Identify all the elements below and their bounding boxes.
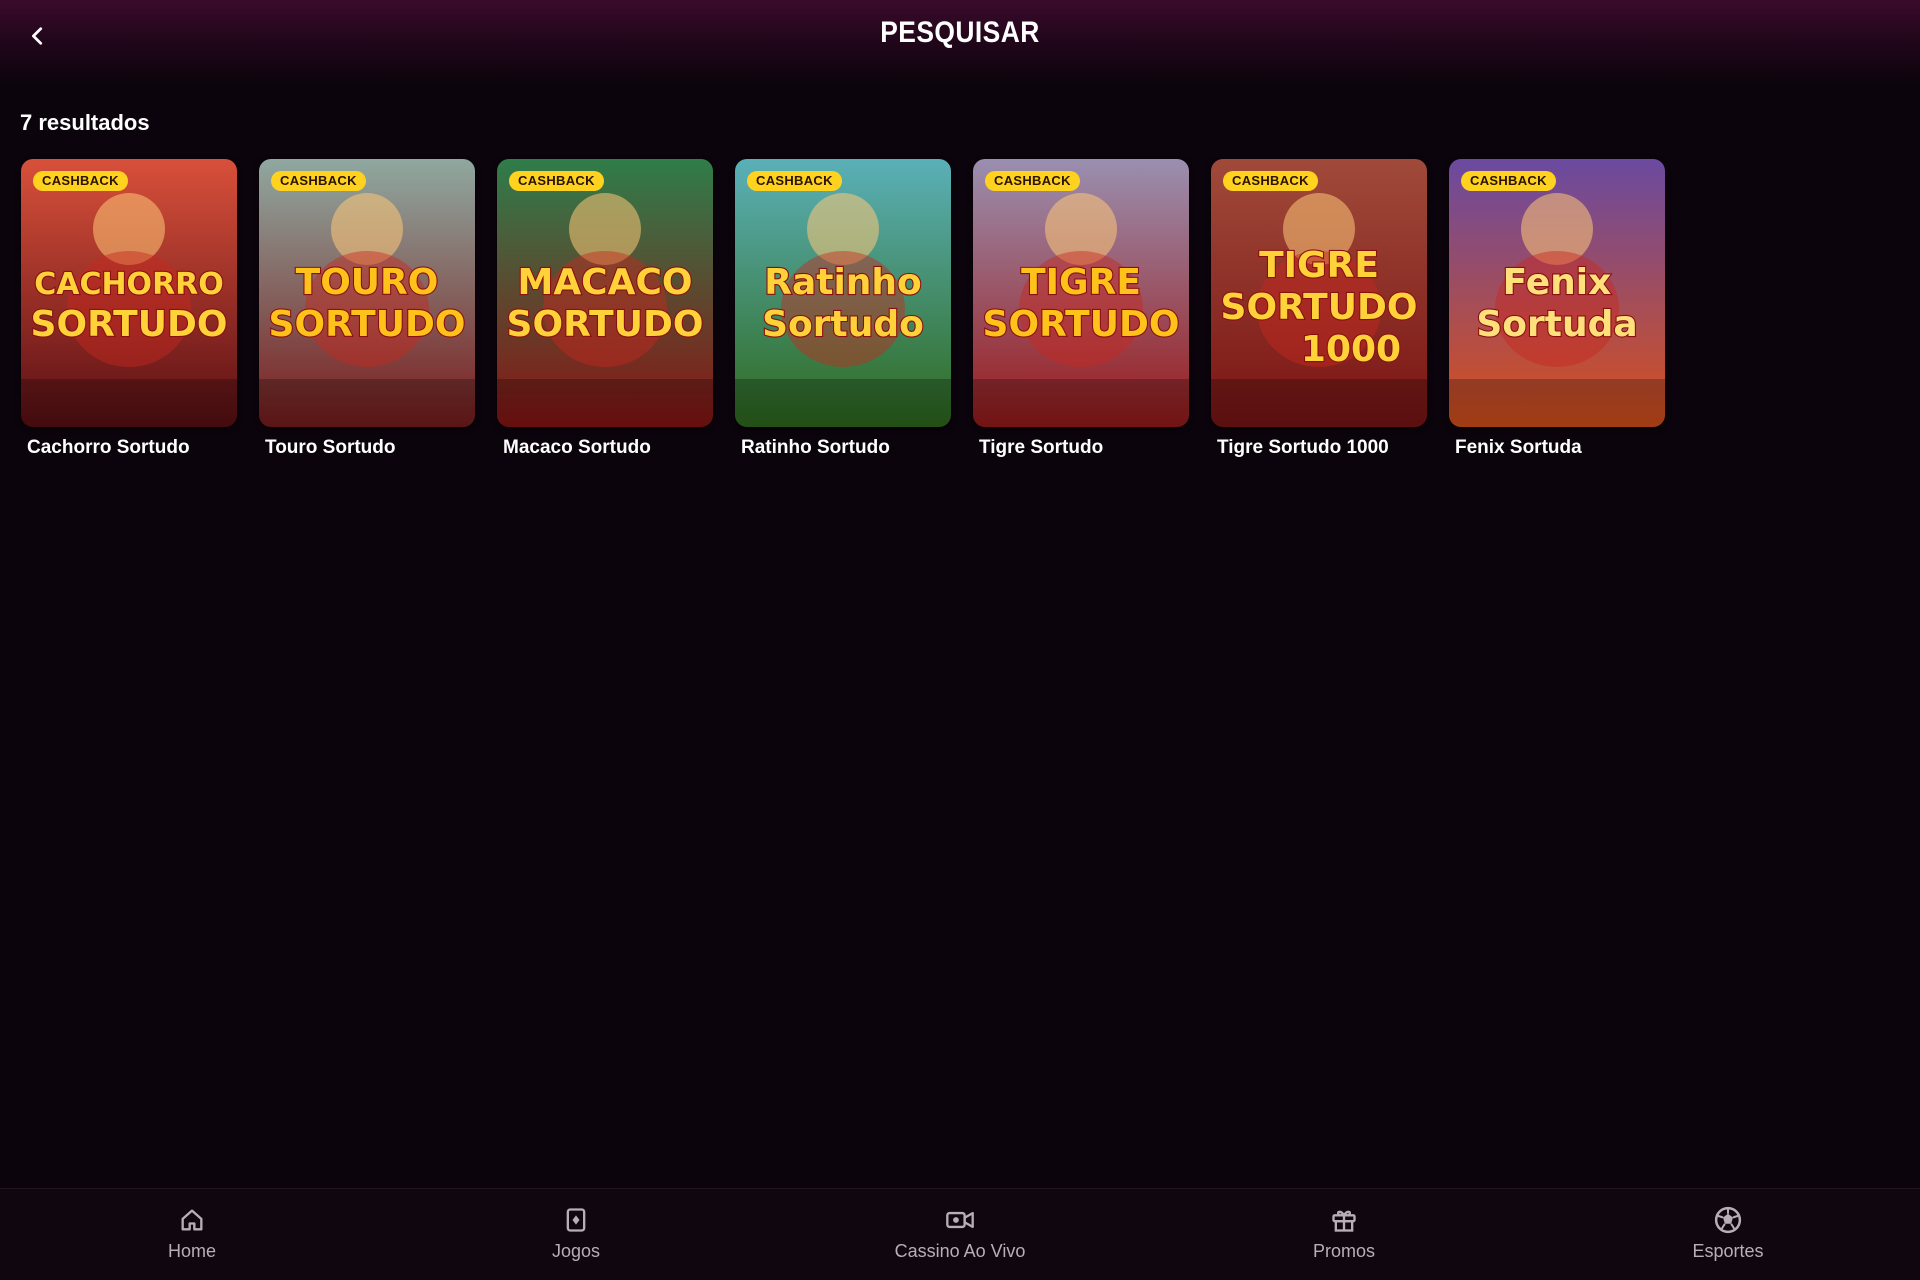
game-logo-text: TOURO bbox=[296, 262, 439, 303]
game-thumbnail[interactable]: Fenix Sortuda CASHBACK bbox=[1449, 159, 1665, 427]
nav-item-promos[interactable]: Promos bbox=[1234, 1205, 1454, 1262]
game-logo-text: Ratinho bbox=[764, 262, 922, 303]
game-logo-text: SORTUDO bbox=[983, 304, 1180, 345]
result-count: 7 resultados bbox=[20, 110, 150, 135]
game-name[interactable]: Ratinho Sortudo bbox=[735, 437, 951, 459]
game-logo-text: TIGRE bbox=[1021, 262, 1141, 303]
search-page: PESQUISAR 7 resultados CACHORRO SORTUDO CA… bbox=[0, 0, 1920, 1280]
nav-item-jogos[interactable]: Jogos bbox=[466, 1205, 686, 1262]
video-camera-icon bbox=[945, 1205, 975, 1235]
game-logo-text: SORTUDO bbox=[269, 304, 466, 345]
game-card[interactable]: Ratinho Sortudo CASHBACK Ratinho Sortudo bbox=[735, 159, 951, 459]
game-thumbnail[interactable]: TIGRE SORTUDO CASHBACK bbox=[973, 159, 1189, 427]
nav-label: Cassino Ao Vivo bbox=[894, 1241, 1026, 1261]
gift-icon bbox=[1329, 1205, 1359, 1235]
game-name[interactable]: Macaco Sortudo bbox=[497, 437, 713, 459]
game-logo-text: Fenix bbox=[1503, 262, 1612, 303]
game-thumbnail[interactable]: TIGRE SORTUDO 1000 CASHBACK bbox=[1211, 159, 1427, 427]
cashback-badge: CASHBACK bbox=[33, 171, 128, 191]
game-thumbnail[interactable]: CACHORRO SORTUDO CASHBACK bbox=[21, 159, 237, 427]
game-grid: CACHORRO SORTUDO CASHBACK Cachorro Sortudo… bbox=[21, 159, 1665, 459]
game-name[interactable]: Cachorro Sortudo bbox=[21, 437, 237, 459]
game-artwork: TOUROSORTUDO bbox=[259, 159, 475, 427]
game-card[interactable]: Fenix Sortuda CASHBACK Fenix Sortuda bbox=[1449, 159, 1665, 459]
game-logo-text: TIGRE bbox=[1259, 245, 1379, 286]
game-logo-text: CACHORRO bbox=[34, 267, 224, 302]
cashback-badge: CASHBACK bbox=[1223, 171, 1318, 191]
game-logo-text: MACACO bbox=[518, 262, 693, 303]
game-thumbnail[interactable]: MACACO SORTUDO CASHBACK bbox=[497, 159, 713, 427]
nav-label: Home bbox=[167, 1241, 216, 1261]
game-card[interactable]: TOURO SORTUDO CASHBACK Touro Sortudo bbox=[259, 159, 475, 459]
nav-label: Jogos bbox=[551, 1241, 601, 1261]
nav-label: Promos bbox=[1312, 1241, 1375, 1261]
cashback-badge: CASHBACK bbox=[271, 171, 366, 191]
game-name[interactable]: Tigre Sortudo 1000 bbox=[1211, 437, 1427, 459]
game-thumbnail[interactable]: TOURO SORTUDO CASHBACK bbox=[259, 159, 475, 427]
game-card[interactable]: TIGRE SORTUDO 1000 CASHBACK Tigre Sortudo 1… bbox=[1211, 159, 1427, 459]
game-name[interactable]: Tigre Sortudo bbox=[973, 437, 1189, 459]
back-button[interactable] bbox=[20, 18, 56, 54]
game-artwork: FenixSortuda bbox=[1449, 159, 1665, 427]
game-logo-text: 1000 bbox=[1301, 329, 1401, 370]
cashback-badge: CASHBACK bbox=[747, 171, 842, 191]
game-artwork: CACHORROSORTUDO bbox=[21, 159, 237, 427]
nav-item-esportes[interactable]: Esportes bbox=[1618, 1205, 1838, 1262]
cashback-badge: CASHBACK bbox=[509, 171, 604, 191]
game-thumbnail[interactable]: Ratinho Sortudo CASHBACK bbox=[735, 159, 951, 427]
nav-item-cassino-ao-vivo[interactable]: Cassino Ao Vivo bbox=[850, 1205, 1070, 1262]
soccer-ball-icon bbox=[1713, 1205, 1743, 1235]
game-logo-text: Sortuda bbox=[1476, 304, 1637, 345]
cards-icon bbox=[561, 1205, 591, 1235]
game-card[interactable]: MACACO SORTUDO CASHBACK Macaco Sortudo bbox=[497, 159, 713, 459]
game-name[interactable]: Touro Sortudo bbox=[259, 437, 475, 459]
nav-label: Esportes bbox=[1692, 1241, 1764, 1261]
game-card[interactable]: TIGRE SORTUDO CASHBACK Tigre Sortudo bbox=[973, 159, 1189, 459]
game-card[interactable]: CACHORRO SORTUDO CASHBACK Cachorro Sortudo bbox=[21, 159, 237, 459]
header: PESQUISAR bbox=[0, 0, 1920, 84]
game-logo-text: SORTUDO bbox=[31, 304, 228, 345]
game-artwork: MACACOSORTUDO bbox=[497, 159, 713, 427]
home-icon bbox=[177, 1205, 207, 1235]
game-artwork: RatinhoSortudo bbox=[735, 159, 951, 427]
cashback-badge: CASHBACK bbox=[1461, 171, 1556, 191]
game-logo-text: SORTUDO bbox=[1221, 287, 1418, 328]
bottom-nav: Home Jogos Cassino Ao Vivo Promos Esport… bbox=[0, 1188, 1920, 1280]
game-logo-text: Sortudo bbox=[762, 304, 924, 345]
game-artwork: TIGRESORTUDO1000 bbox=[1211, 159, 1427, 427]
game-name[interactable]: Fenix Sortuda bbox=[1449, 437, 1665, 459]
game-artwork: TIGRESORTUDO bbox=[973, 159, 1189, 427]
chevron-left-icon bbox=[32, 27, 43, 45]
page-title: PESQUISAR bbox=[880, 16, 1040, 49]
game-logo-text: SORTUDO bbox=[507, 304, 704, 345]
nav-item-home[interactable]: Home bbox=[82, 1205, 302, 1262]
cashback-badge: CASHBACK bbox=[985, 171, 1080, 191]
